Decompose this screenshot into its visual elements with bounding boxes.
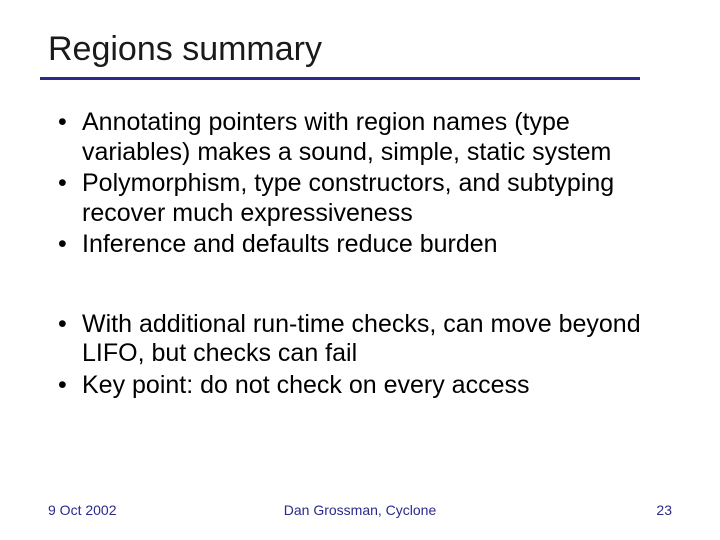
slide-title: Regions summary	[0, 0, 720, 77]
footer-date: 9 Oct 2002	[48, 502, 117, 518]
list-item: With additional run-time checks, can mov…	[48, 310, 672, 369]
spacer	[48, 262, 672, 310]
slide-content: Annotating pointers with region names (t…	[0, 80, 720, 400]
list-item: Inference and defaults reduce burden	[48, 230, 672, 260]
footer: 9 Oct 2002 Dan Grossman, Cyclone 23	[0, 502, 720, 518]
footer-page: 23	[656, 502, 672, 518]
list-item: Key point: do not check on every access	[48, 371, 672, 401]
bullet-list-a: Annotating pointers with region names (t…	[48, 108, 672, 260]
list-item: Polymorphism, type constructors, and sub…	[48, 169, 672, 228]
footer-author: Dan Grossman, Cyclone	[284, 502, 437, 518]
bullet-list-b: With additional run-time checks, can mov…	[48, 310, 672, 401]
slide: Regions summary Annotating pointers with…	[0, 0, 720, 540]
list-item: Annotating pointers with region names (t…	[48, 108, 672, 167]
